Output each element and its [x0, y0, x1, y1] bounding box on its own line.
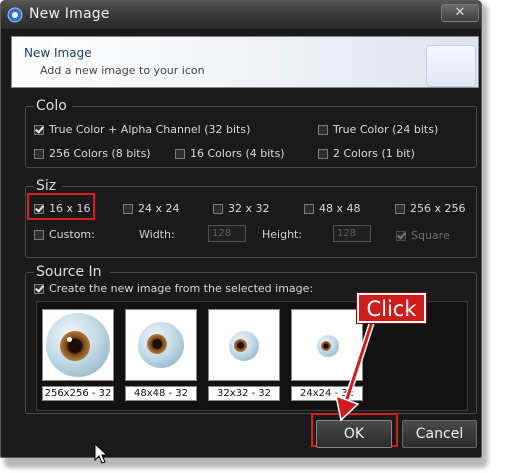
option-2-colors[interactable]: 2 Colors (1 bit) [318, 147, 415, 160]
size-32x32[interactable]: 32 x 32 [213, 202, 270, 215]
checkbox[interactable] [396, 230, 406, 241]
iris [147, 334, 167, 354]
checkbox[interactable] [34, 203, 44, 214]
title-bar[interactable]: New Image ✕ [1, 1, 481, 29]
image-thumb-256[interactable] [42, 309, 114, 381]
click-callout: Click [356, 292, 427, 324]
color-group-title: Colo [34, 99, 72, 113]
checkbox[interactable] [123, 203, 133, 214]
width-label: Width: [139, 228, 175, 241]
option-label: 2 Colors (1 bit) [333, 147, 415, 160]
size-16x16[interactable]: 16 x 16 [34, 202, 91, 215]
size-label: 32 x 32 [228, 202, 270, 215]
header-subtitle: Add a new image to your icon [40, 64, 205, 77]
source-group-title: Source In [34, 265, 110, 279]
checkbox[interactable] [318, 148, 328, 159]
header-decoration [426, 45, 476, 87]
iris [60, 331, 90, 361]
option-256-colors[interactable]: 256 Colors (8 bits) [34, 147, 151, 160]
checkbox[interactable] [175, 148, 185, 159]
iris [234, 339, 247, 352]
close-button[interactable]: ✕ [441, 4, 479, 22]
checkbox[interactable] [318, 124, 328, 135]
create-from-selected-label: Create the new image from the selected i… [49, 282, 314, 295]
checkbox[interactable] [34, 124, 44, 135]
checkbox[interactable] [304, 203, 314, 214]
size-label: 256 x 256 [410, 202, 466, 215]
custom-label: Custom: [49, 228, 95, 241]
custom-size-option[interactable]: Custom: [34, 228, 95, 241]
thumb-caption: 48x48 - 32 [125, 386, 197, 401]
image-thumb-32[interactable] [208, 309, 280, 381]
cancel-button[interactable]: Cancel [402, 420, 477, 448]
width-input[interactable]: 128 [208, 225, 246, 242]
checkbox[interactable] [34, 148, 44, 159]
option-true-color-alpha[interactable]: True Color + Alpha Channel (32 bits) [34, 123, 250, 136]
header-title: New Image [24, 46, 92, 60]
option-label: 256 Colors (8 bits) [49, 147, 151, 160]
thumb-caption: 32x32 - 32 [208, 386, 280, 401]
option-label: True Color (24 bits) [333, 123, 439, 136]
height-input[interactable]: 128 [333, 225, 371, 242]
close-icon: ✕ [454, 5, 466, 20]
size-24x24[interactable]: 24 x 24 [123, 202, 180, 215]
option-label: 16 Colors (4 bits) [190, 147, 285, 160]
checkbox[interactable] [34, 229, 44, 240]
checkbox[interactable] [213, 203, 223, 214]
window-title: New Image [29, 6, 110, 22]
option-label: True Color + Alpha Channel (32 bits) [49, 123, 251, 136]
eye-glint [67, 337, 72, 342]
thumb-caption: 256x256 - 32 [42, 386, 114, 401]
checkbox[interactable] [34, 283, 44, 294]
size-256x256[interactable]: 256 x 256 [395, 202, 466, 215]
image-thumb-48[interactable] [125, 309, 197, 381]
option-true-color-24[interactable]: True Color (24 bits) [318, 123, 438, 136]
app-icon [7, 7, 23, 23]
ok-button[interactable]: OK [316, 420, 392, 448]
create-from-selected-option[interactable]: Create the new image from the selected i… [34, 282, 313, 295]
height-label: Height: [262, 228, 303, 241]
square-label: Square [411, 229, 450, 242]
size-label: 16 x 16 [49, 202, 91, 215]
option-16-colors[interactable]: 16 Colors (4 bits) [175, 147, 285, 160]
checkbox[interactable] [395, 203, 405, 214]
size-label: 48 x 48 [319, 202, 361, 215]
size-label: 24 x 24 [138, 202, 180, 215]
size-48x48[interactable]: 48 x 48 [304, 202, 361, 215]
dialog-header: New Image Add a new image to your icon [11, 36, 479, 88]
size-group-title: Siz [34, 179, 62, 193]
square-option[interactable]: Square [396, 229, 450, 242]
callout-text: Click [366, 297, 417, 321]
mouse-pointer-icon [94, 443, 108, 464]
annotation-arrow [334, 319, 375, 422]
